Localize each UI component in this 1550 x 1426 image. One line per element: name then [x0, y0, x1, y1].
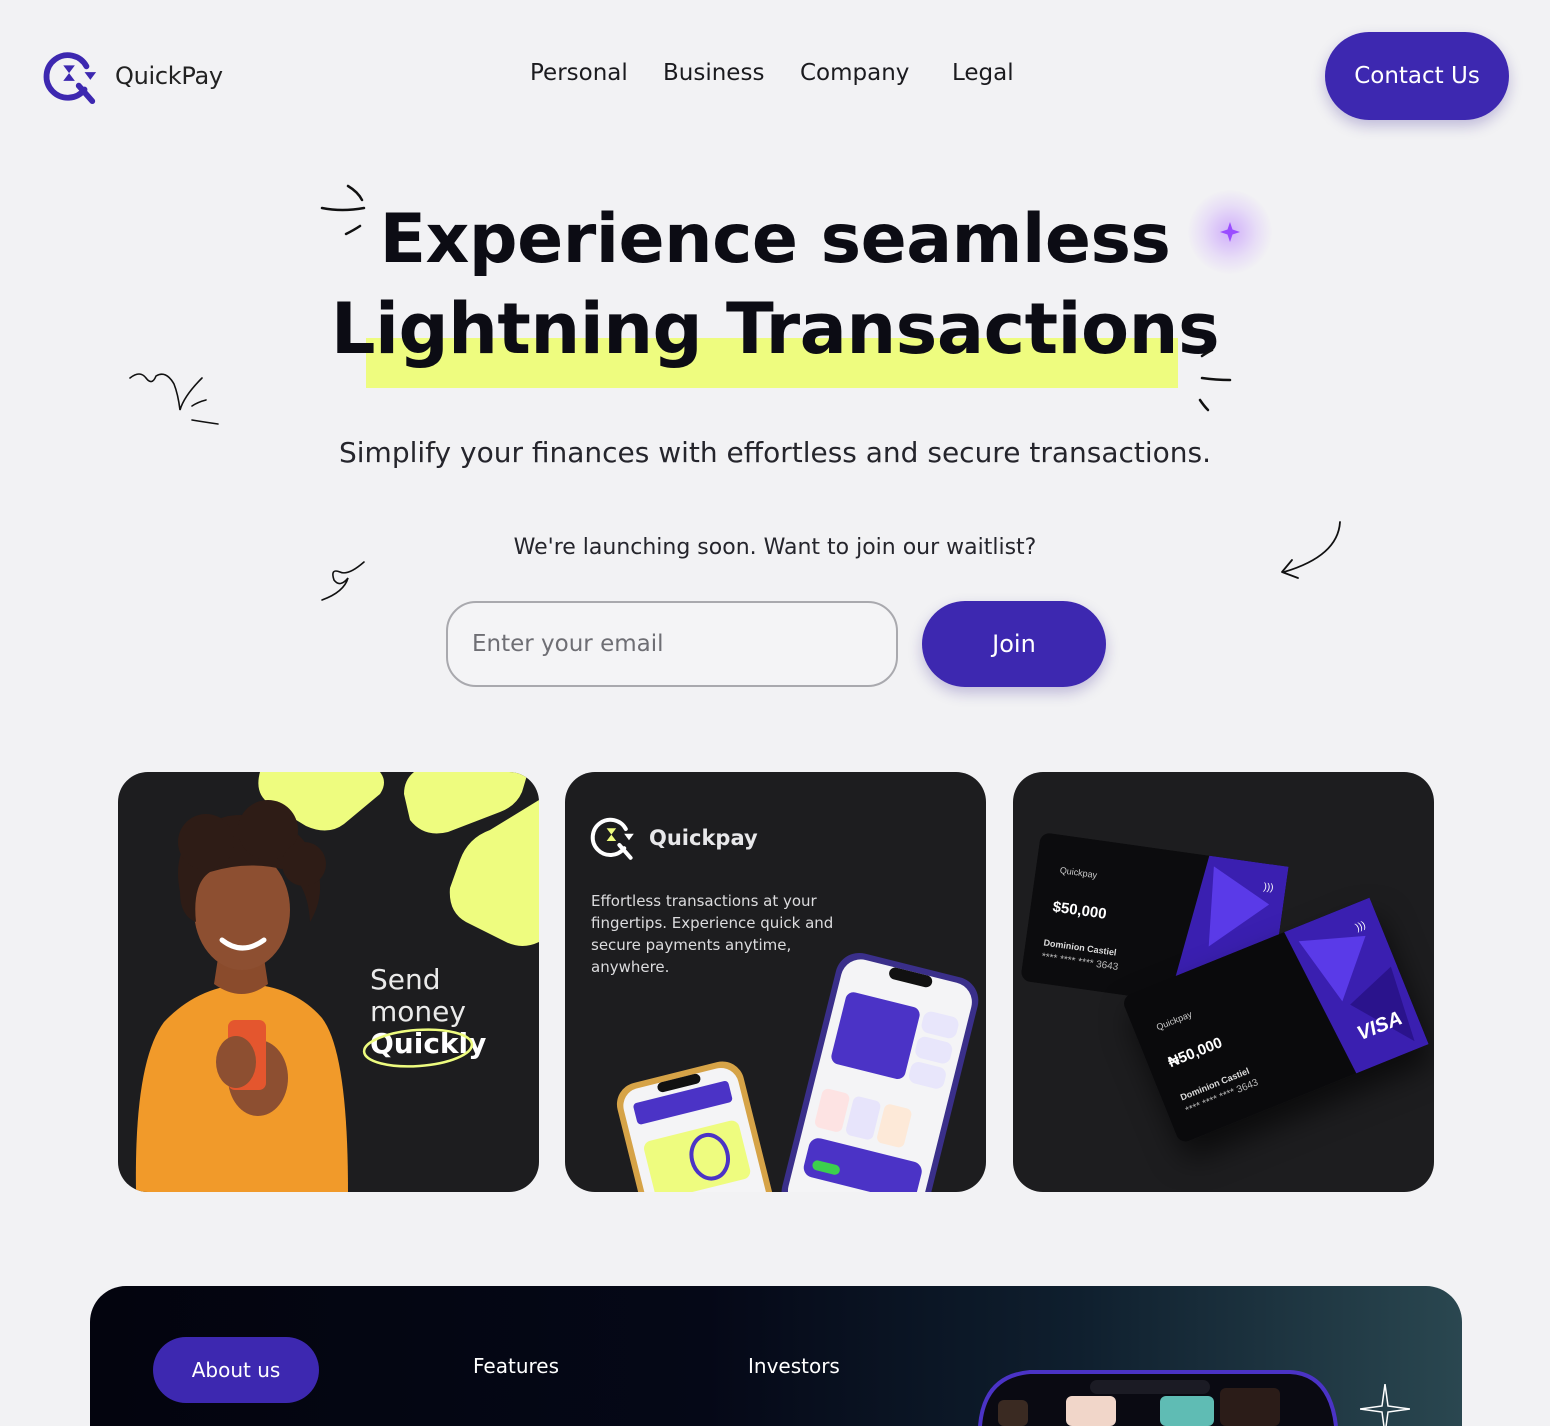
hero-title-line2: Lightning Transactions [330, 288, 1220, 370]
send-line1: Send [370, 963, 441, 996]
tab-about-us[interactable]: About us [153, 1337, 319, 1403]
sparkle-icon [1220, 222, 1240, 242]
join-button[interactable]: Join [922, 601, 1106, 687]
sparkle-glow [1188, 190, 1272, 274]
nav-company[interactable]: Company [800, 60, 909, 86]
tab-features[interactable]: Features [473, 1354, 559, 1378]
app-card-brand: Quickpay [649, 826, 758, 850]
email-input[interactable] [446, 601, 898, 687]
nav-business[interactable]: Business [663, 60, 764, 86]
quickly-circle-doodle [362, 1028, 474, 1068]
contact-us-button[interactable]: Contact Us [1325, 32, 1509, 120]
quickpay-logo-icon [590, 817, 634, 860]
app-promo-card: Quickpay Effortless transactions at your… [565, 772, 986, 1192]
hero-title-line1: Experience seamless [379, 200, 1171, 279]
contactless-icon: ))) [1262, 881, 1275, 894]
phone-mockups [616, 952, 979, 1192]
hero-subtitle: Simplify your finances with effortless a… [339, 436, 1211, 469]
nav-personal[interactable]: Personal [530, 60, 628, 86]
waitlist-prompt: We're launching soon. Want to join our w… [513, 535, 1037, 560]
sparkle-lines-doodle-left [320, 184, 366, 236]
main-nav: Personal Business Company Legal [0, 60, 1550, 92]
curl-doodle [321, 561, 365, 601]
about-section: About us Features Investors [90, 1286, 1462, 1426]
nav-legal[interactable]: Legal [952, 60, 1014, 86]
sparkle-lines-doodle-right [1198, 348, 1232, 412]
bank-cards-card: Quickpay $50,000 Dominion Castiel **** *… [1013, 772, 1434, 1192]
send-money-card: Send money Quickly [118, 772, 539, 1192]
scribble-doodle [129, 373, 219, 425]
phone-preview-illustration [978, 1370, 1338, 1426]
tab-investors[interactable]: Investors [748, 1354, 840, 1378]
sparkle-icon [1360, 1384, 1410, 1426]
